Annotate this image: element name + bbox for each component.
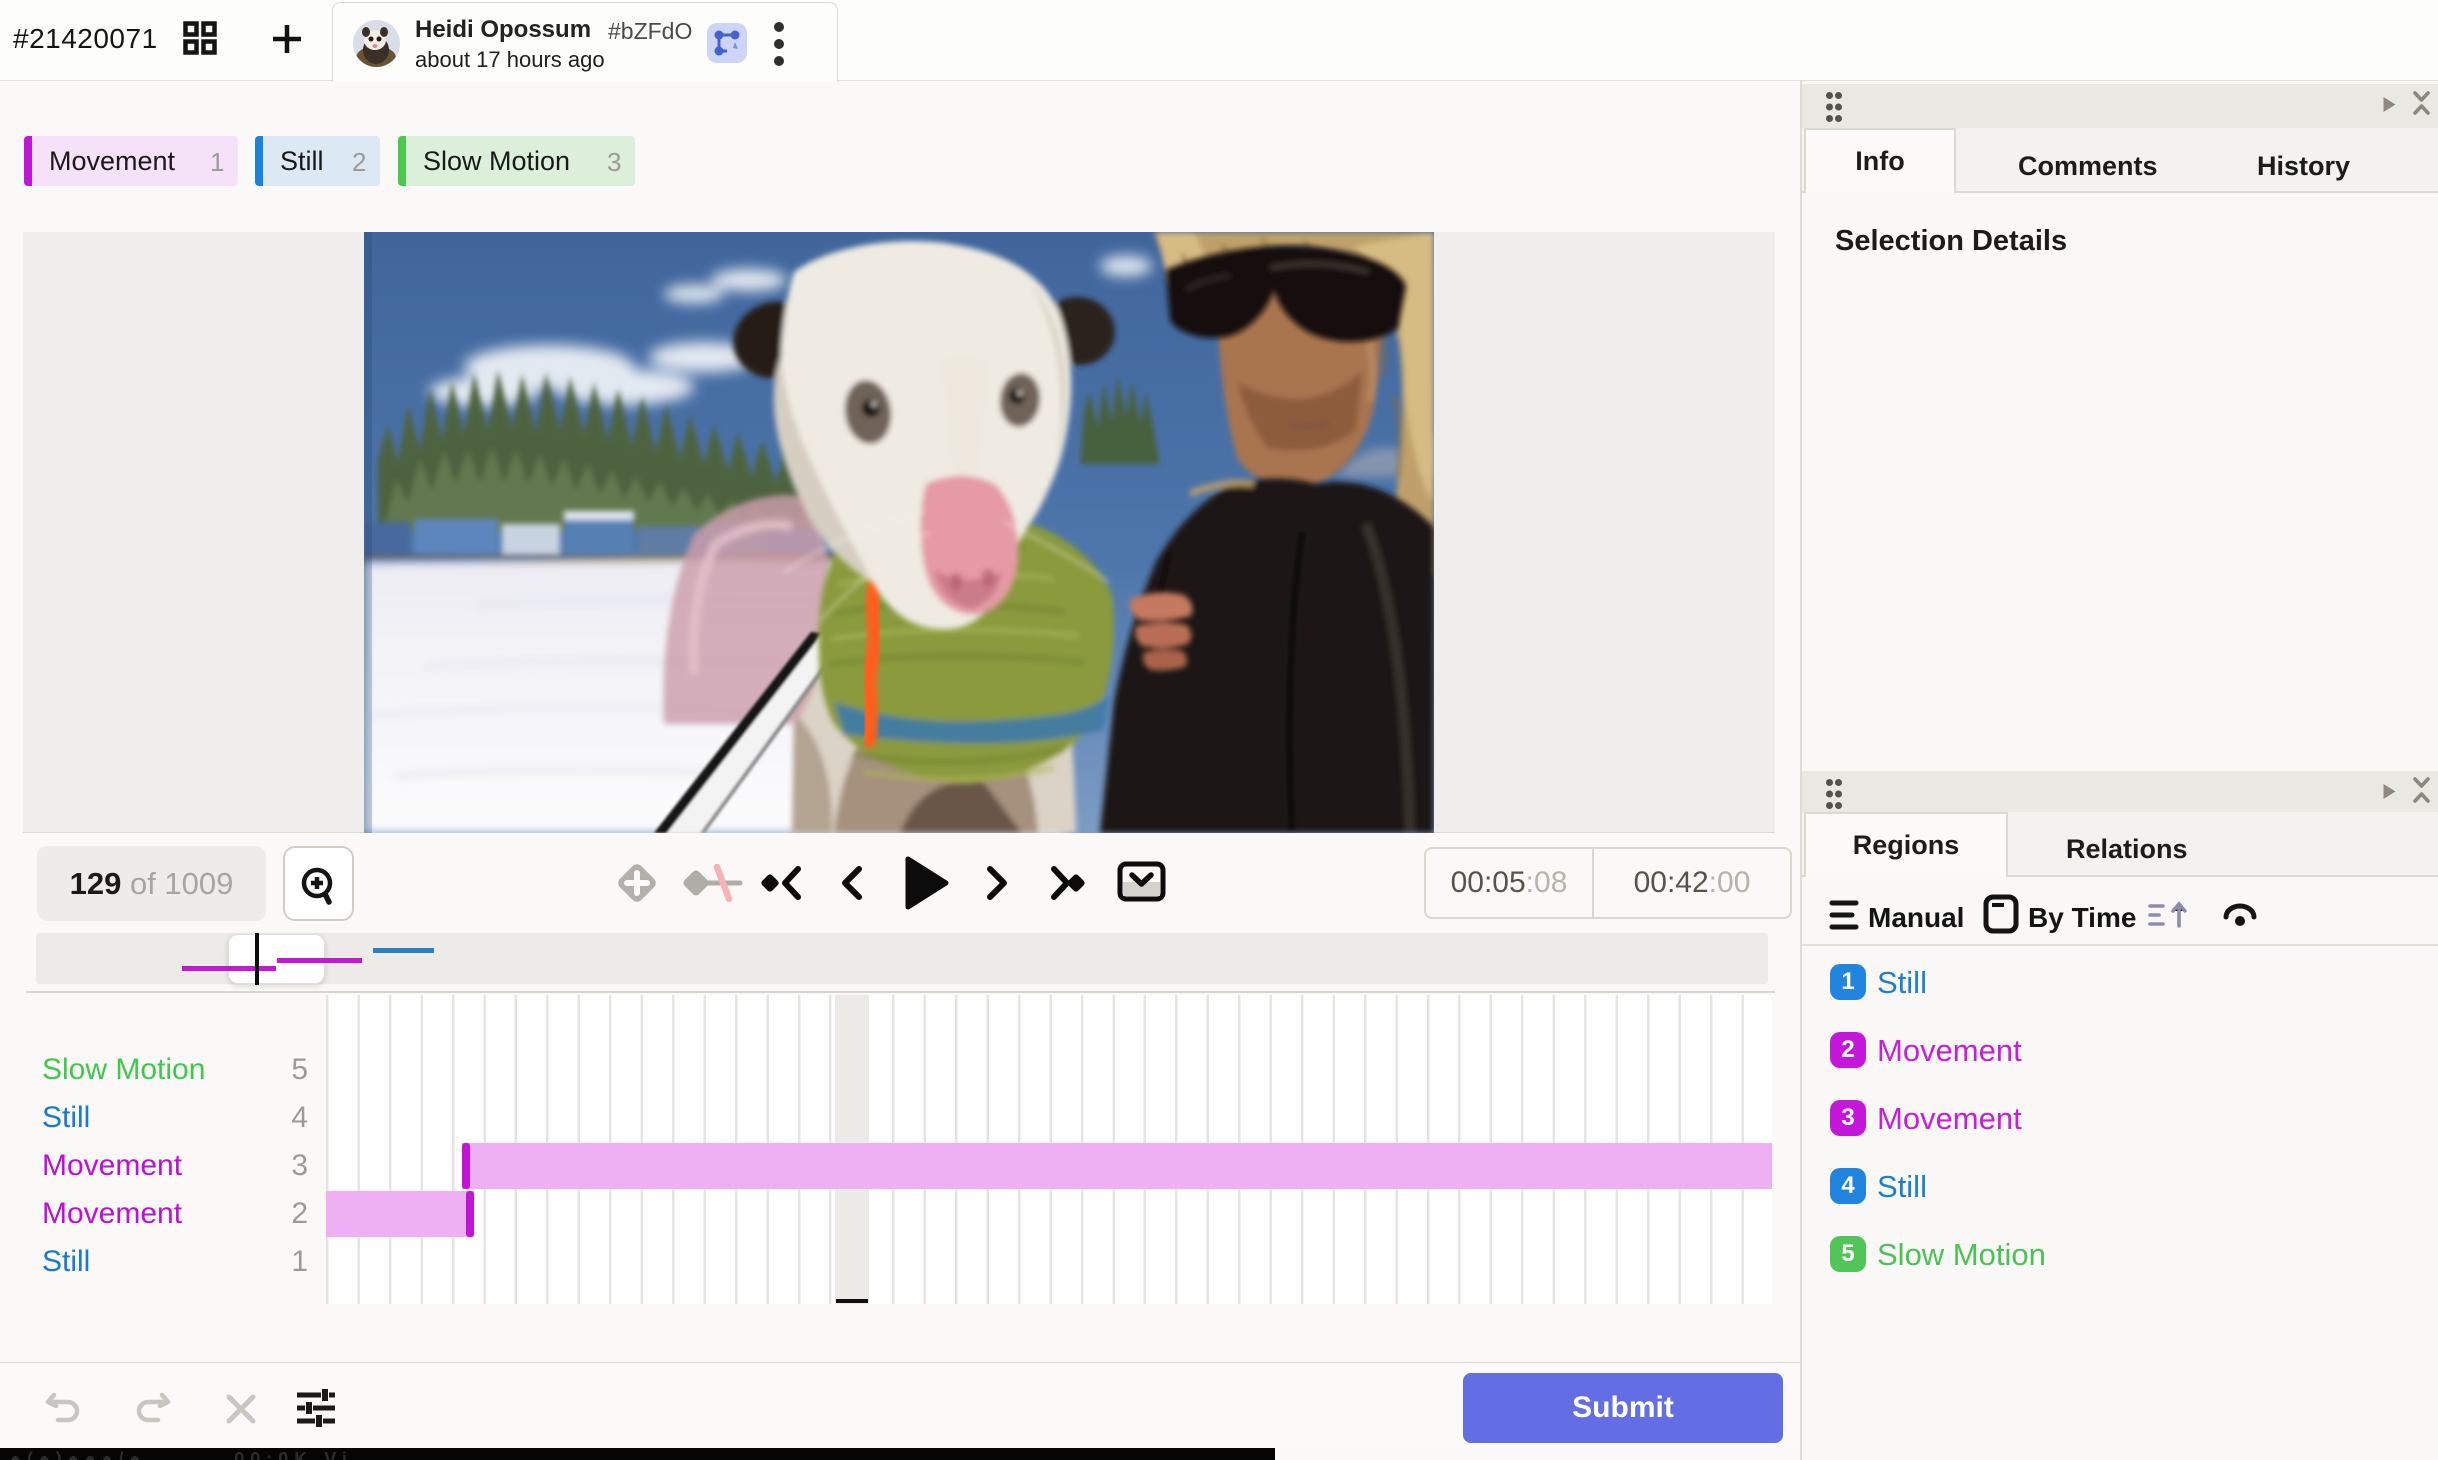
svg-text:By Time: By Time [2028, 902, 2136, 933]
svg-text:Manual: Manual [1868, 902, 1964, 933]
